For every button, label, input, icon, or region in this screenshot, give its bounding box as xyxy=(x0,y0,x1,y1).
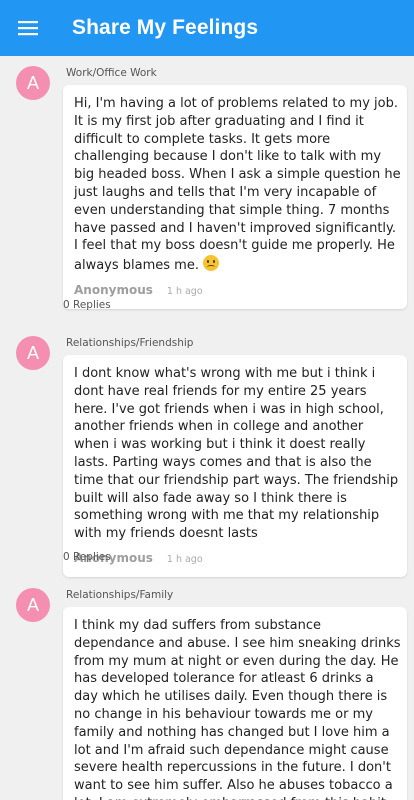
post-meta: Anonymous 1 h ago xyxy=(74,543,401,577)
avatar: A xyxy=(16,336,50,370)
app-bar: Share My Feelings xyxy=(0,0,414,56)
post-body-card[interactable]: I dont know what's wrong with me but i t… xyxy=(63,355,407,577)
post-body: I think my dad suffers from substance de… xyxy=(74,618,401,800)
post-body-card[interactable]: Hi, I'm having a lot of problems related… xyxy=(63,85,407,309)
avatar: A xyxy=(16,66,50,100)
sad-face-icon xyxy=(203,255,220,272)
app-title: Share My Feelings xyxy=(72,16,259,39)
post-body: I dont know what's wrong with me but i t… xyxy=(74,366,399,542)
replies-count[interactable]: 0 Replies xyxy=(63,299,111,311)
replies-count[interactable]: 0 Replies xyxy=(63,551,111,563)
hamburger-menu-icon[interactable] xyxy=(0,0,56,56)
post-body-card[interactable]: I think my dad suffers from substance de… xyxy=(63,607,407,800)
post-timestamp: 1 h ago xyxy=(166,553,203,565)
post-meta: Anonymous 1 h ago xyxy=(74,275,401,309)
post-body: Hi, I'm having a lot of problems related… xyxy=(74,96,401,274)
post-timestamp: 1 h ago xyxy=(166,285,203,297)
post-category: Relationships/Family xyxy=(66,589,174,601)
post-category: Work/Office Work xyxy=(66,67,157,79)
post-author: Anonymous xyxy=(74,282,153,297)
post-category: Relationships/Friendship xyxy=(66,337,194,349)
posts-feed[interactable]: A Work/Office Work Hi, I'm having a lot … xyxy=(0,56,414,800)
avatar: A xyxy=(16,588,50,622)
